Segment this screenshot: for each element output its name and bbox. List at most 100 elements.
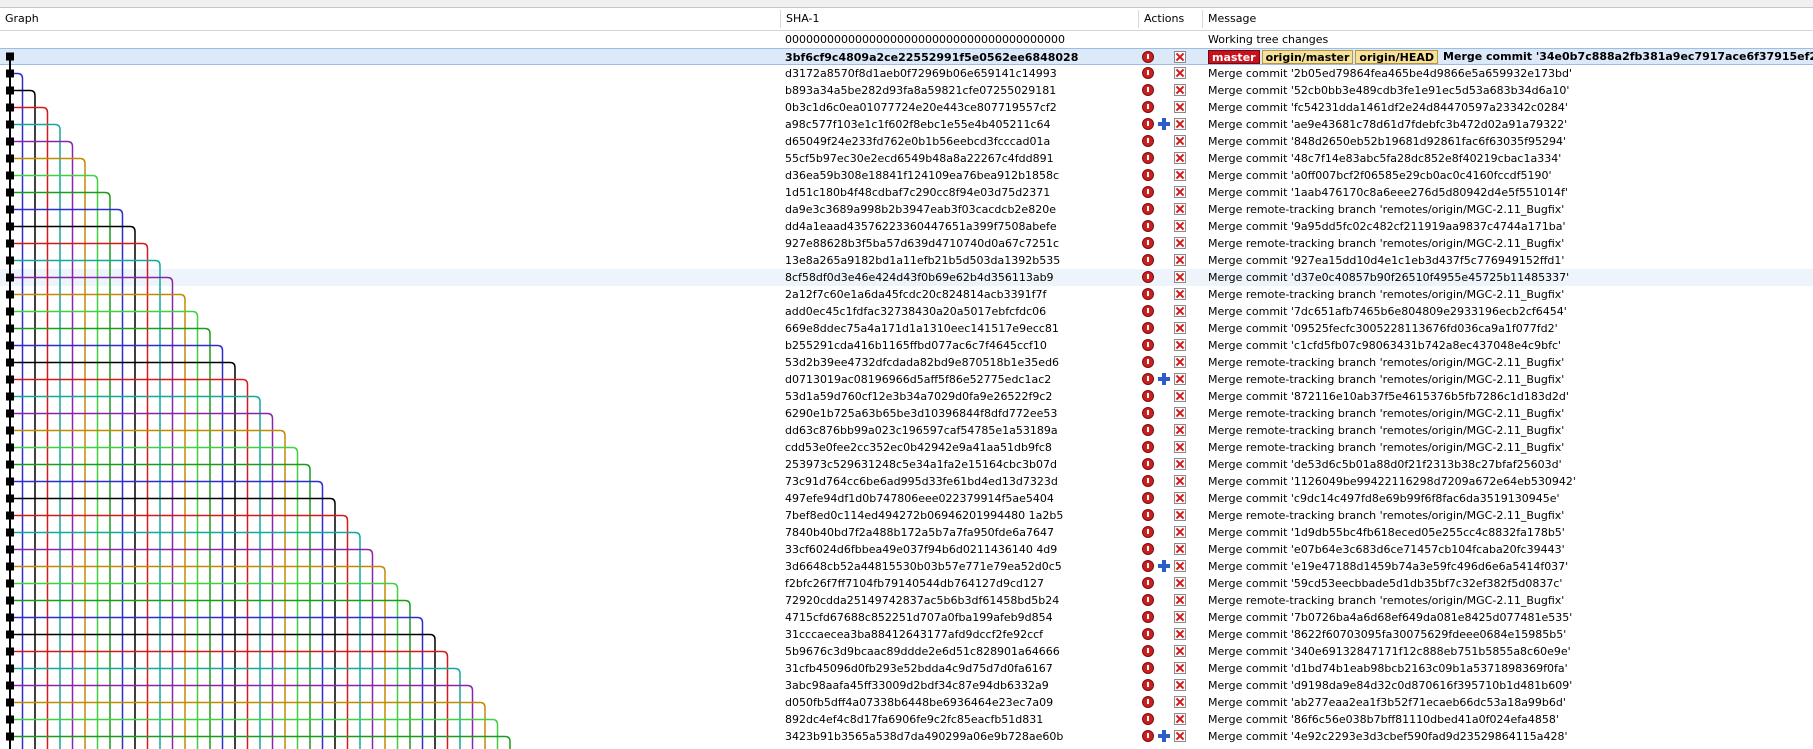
delete-icon[interactable] — [1174, 577, 1186, 589]
delete-icon[interactable] — [1174, 254, 1186, 266]
delete-icon[interactable] — [1174, 237, 1186, 249]
column-header-sha[interactable]: SHA-1 — [781, 8, 1138, 30]
revert-commit-icon[interactable] — [1142, 577, 1154, 589]
delete-icon[interactable] — [1174, 526, 1186, 538]
commit-node[interactable] — [6, 545, 14, 554]
commit-node[interactable] — [6, 171, 14, 180]
commit-node[interactable] — [6, 103, 14, 112]
revert-commit-icon[interactable] — [1142, 679, 1154, 691]
delete-icon[interactable] — [1174, 51, 1186, 63]
delete-icon[interactable] — [1174, 713, 1186, 725]
branch-badge-origin-head[interactable]: origin/HEAD — [1355, 50, 1439, 64]
revert-commit-icon[interactable] — [1142, 696, 1154, 708]
cherry-pick-icon[interactable] — [1158, 730, 1170, 742]
revert-commit-icon[interactable] — [1142, 713, 1154, 725]
commit-node[interactable] — [6, 222, 14, 231]
commit-node[interactable] — [6, 188, 14, 197]
delete-icon[interactable] — [1174, 407, 1186, 419]
column-header-message[interactable]: Message — [1203, 8, 1813, 30]
delete-icon[interactable] — [1174, 662, 1186, 674]
commit-node[interactable] — [6, 511, 14, 520]
revert-commit-icon[interactable] — [1142, 339, 1154, 351]
commit-node[interactable] — [6, 630, 14, 639]
commit-node[interactable] — [6, 137, 14, 146]
column-header-actions[interactable]: Actions — [1139, 8, 1202, 30]
commit-node[interactable] — [6, 443, 14, 452]
commit-node[interactable] — [6, 426, 14, 435]
revert-commit-icon[interactable] — [1142, 356, 1154, 368]
commit-node[interactable] — [6, 409, 14, 418]
commit-node[interactable] — [6, 290, 14, 299]
commit-node[interactable] — [6, 528, 14, 537]
commit-node[interactable] — [6, 154, 14, 163]
revert-commit-icon[interactable] — [1142, 152, 1154, 164]
delete-icon[interactable] — [1174, 67, 1186, 79]
revert-commit-icon[interactable] — [1142, 84, 1154, 96]
commit-node[interactable] — [6, 460, 14, 469]
commit-node[interactable] — [6, 732, 14, 741]
revert-commit-icon[interactable] — [1142, 237, 1154, 249]
revert-commit-icon[interactable] — [1142, 118, 1154, 130]
revert-commit-icon[interactable] — [1142, 611, 1154, 623]
delete-icon[interactable] — [1174, 186, 1186, 198]
commit-node[interactable] — [6, 273, 14, 282]
revert-commit-icon[interactable] — [1142, 662, 1154, 674]
delete-icon[interactable] — [1174, 135, 1186, 147]
commit-node[interactable] — [6, 494, 14, 503]
delete-icon[interactable] — [1174, 475, 1186, 487]
delete-icon[interactable] — [1174, 101, 1186, 113]
commit-node[interactable] — [6, 375, 14, 384]
commit-node[interactable] — [6, 664, 14, 673]
delete-icon[interactable] — [1174, 169, 1186, 181]
revert-commit-icon[interactable] — [1142, 424, 1154, 436]
delete-icon[interactable] — [1174, 322, 1186, 334]
commit-node[interactable] — [6, 307, 14, 316]
delete-icon[interactable] — [1174, 594, 1186, 606]
revert-commit-icon[interactable] — [1142, 186, 1154, 198]
delete-icon[interactable] — [1174, 696, 1186, 708]
revert-commit-icon[interactable] — [1142, 594, 1154, 606]
delete-icon[interactable] — [1174, 441, 1186, 453]
commit-node[interactable] — [6, 681, 14, 690]
commit-node[interactable] — [6, 120, 14, 129]
delete-icon[interactable] — [1174, 492, 1186, 504]
revert-commit-icon[interactable] — [1142, 475, 1154, 487]
commit-node[interactable] — [6, 392, 14, 401]
revert-commit-icon[interactable] — [1142, 730, 1154, 742]
delete-icon[interactable] — [1174, 118, 1186, 130]
delete-icon[interactable] — [1174, 339, 1186, 351]
revert-commit-icon[interactable] — [1142, 135, 1154, 147]
commit-node[interactable] — [6, 239, 14, 248]
commit-node[interactable] — [6, 205, 14, 214]
revert-commit-icon[interactable] — [1142, 458, 1154, 470]
commit-node[interactable] — [6, 698, 14, 707]
delete-icon[interactable] — [1174, 730, 1186, 742]
delete-icon[interactable] — [1174, 356, 1186, 368]
revert-commit-icon[interactable] — [1142, 492, 1154, 504]
delete-icon[interactable] — [1174, 305, 1186, 317]
cherry-pick-icon[interactable] — [1158, 118, 1170, 130]
revert-commit-icon[interactable] — [1142, 51, 1154, 63]
commit-node[interactable] — [6, 477, 14, 486]
cherry-pick-icon[interactable] — [1158, 560, 1170, 572]
delete-icon[interactable] — [1174, 288, 1186, 300]
commit-node[interactable] — [6, 358, 14, 367]
commit-node[interactable] — [6, 715, 14, 724]
revert-commit-icon[interactable] — [1142, 628, 1154, 640]
revert-commit-icon[interactable] — [1142, 305, 1154, 317]
revert-commit-icon[interactable] — [1142, 645, 1154, 657]
delete-icon[interactable] — [1174, 611, 1186, 623]
cherry-pick-icon[interactable] — [1158, 373, 1170, 385]
revert-commit-icon[interactable] — [1142, 373, 1154, 385]
delete-icon[interactable] — [1174, 84, 1186, 96]
revert-commit-icon[interactable] — [1142, 254, 1154, 266]
delete-icon[interactable] — [1174, 373, 1186, 385]
commit-node[interactable] — [6, 341, 14, 350]
revert-commit-icon[interactable] — [1142, 288, 1154, 300]
delete-icon[interactable] — [1174, 390, 1186, 402]
delete-icon[interactable] — [1174, 458, 1186, 470]
commit-node[interactable] — [6, 52, 14, 61]
delete-icon[interactable] — [1174, 628, 1186, 640]
revert-commit-icon[interactable] — [1142, 101, 1154, 113]
delete-icon[interactable] — [1174, 271, 1186, 283]
